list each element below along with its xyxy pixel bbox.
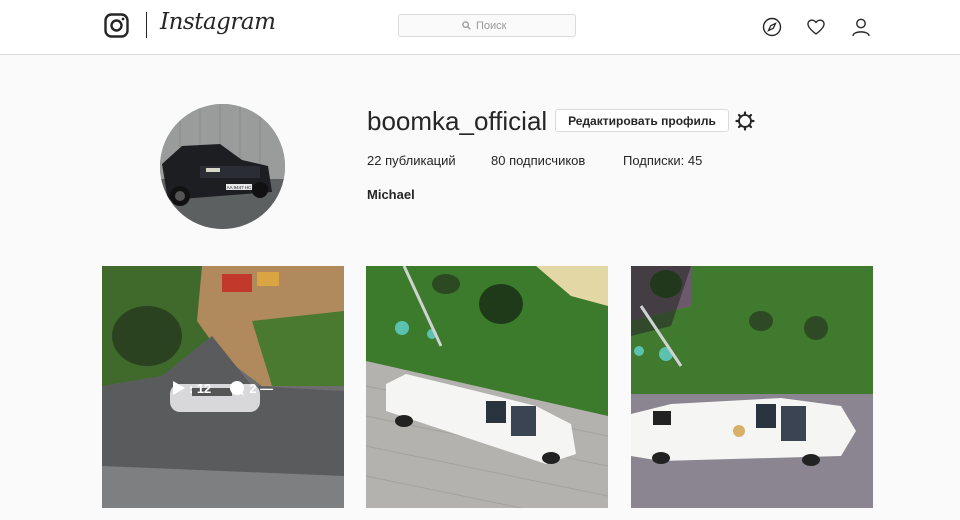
avatar-photo: AA 9447 HC <box>160 104 285 229</box>
edit-profile-button[interactable]: Редактировать профиль <box>555 109 729 132</box>
posts-count: 22 публикаций <box>367 153 456 168</box>
post-photo <box>366 266 608 508</box>
search-icon <box>462 21 471 30</box>
post-thumbnail[interactable]: : 12 2 — <box>102 266 344 508</box>
top-navigation-bar: Instagram <box>0 0 960 55</box>
search-box[interactable] <box>398 14 576 37</box>
post-hover-stats: : 12 2 — <box>102 378 344 398</box>
comments-count: 2 — <box>249 380 274 396</box>
followers-count[interactable]: 80 подписчиков <box>491 153 585 168</box>
logo-divider <box>146 12 147 38</box>
play-icon <box>172 381 185 395</box>
following-count[interactable]: Подписки: 45 <box>623 153 702 168</box>
heart-icon[interactable] <box>806 17 826 37</box>
profile-full-name: Michael <box>367 187 415 202</box>
instagram-wordmark[interactable]: Instagram <box>160 9 276 35</box>
comments-stat: 2 — <box>229 380 274 396</box>
views-count: : 12 <box>188 380 212 396</box>
comment-icon <box>230 380 245 396</box>
compass-icon[interactable] <box>762 17 782 37</box>
post-thumbnail[interactable] <box>631 266 873 508</box>
settings-gear-icon[interactable] <box>735 111 755 131</box>
views-stat: : 12 <box>172 380 212 396</box>
profile-username: boomka_official <box>367 106 548 136</box>
instagram-logo-icon[interactable] <box>104 13 129 38</box>
license-plate: AA 9447 HC <box>227 185 253 190</box>
post-thumbnail[interactable] <box>366 266 608 508</box>
post-photo <box>631 266 873 508</box>
profile-avatar[interactable]: AA 9447 HC <box>160 104 285 229</box>
search-input[interactable] <box>476 19 512 32</box>
person-icon[interactable] <box>851 17 871 37</box>
